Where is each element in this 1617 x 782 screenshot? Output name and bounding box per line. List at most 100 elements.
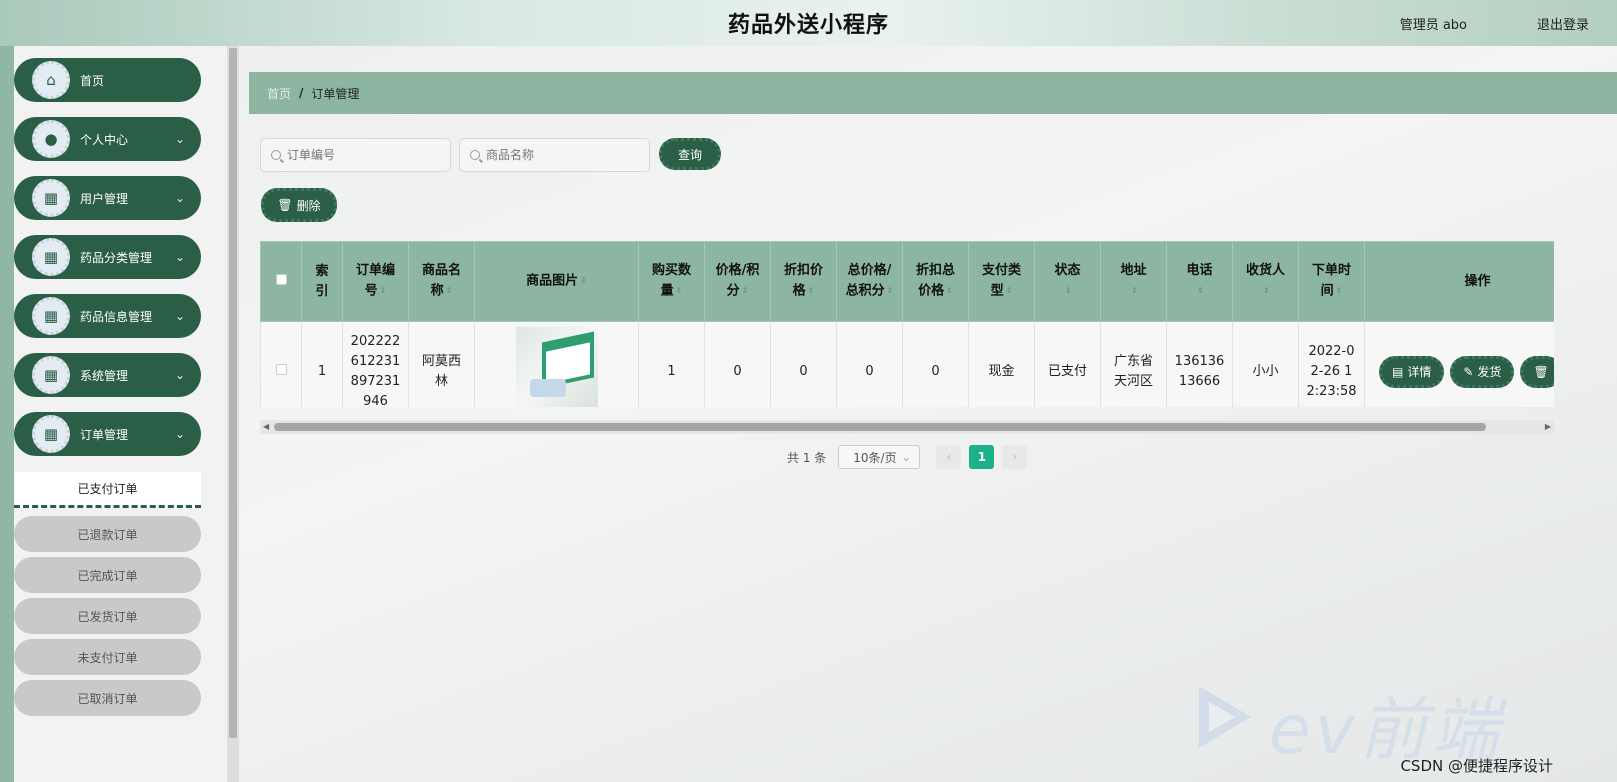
column-header[interactable]: 折扣总 价格 ⇕ (902, 241, 969, 322)
product-name-cell: 阿莫西林 (408, 321, 475, 407)
admin-user-label: 管理员 abo (1399, 18, 1467, 33)
order-no-search-field[interactable] (260, 138, 451, 172)
sort-icon[interactable]: ⇕ (676, 281, 683, 301)
search-icon (470, 150, 480, 160)
sidebar-item-label: 订单管理 (80, 427, 129, 442)
sort-icon[interactable]: ⇕ (1336, 281, 1343, 301)
sidebar-item-category-management[interactable]: ▦ 药品分类管理 ⌄ (14, 235, 201, 279)
table-horizontal-scrollbar[interactable]: ◀ ▶ (260, 420, 1554, 434)
csdn-watermark: CSDN @便捷程序设计 (1400, 757, 1553, 775)
scroll-left-arrow-icon[interactable]: ◀ (263, 420, 269, 434)
sidebar-item-personal-center[interactable]: ● 个人中心 ⌄ (14, 117, 201, 161)
submenu-unpaid-orders[interactable]: 未支付订单 (14, 639, 201, 675)
page-size-select[interactable]: 10条/页 ⌄ (838, 445, 921, 469)
detail-button[interactable]: ▤ 详情 (1379, 355, 1445, 388)
sort-icon[interactable]: ⇕ (1197, 281, 1204, 301)
row-checkbox[interactable] (275, 363, 287, 375)
sidebar-item-label: 系统管理 (80, 368, 129, 383)
column-header[interactable]: 商品名称 ⇕ (408, 241, 475, 322)
row-select-cell (260, 321, 302, 407)
actions-cell: ▤ 详情 ✎ 发货 🗑 (1364, 321, 1554, 407)
sort-icon[interactable]: ⇕ (1131, 281, 1138, 301)
discount-total-cell: 0 (902, 321, 969, 407)
sort-icon[interactable]: ⇕ (446, 281, 453, 301)
breadcrumb-separator: / (299, 86, 304, 100)
submenu-paid-orders[interactable]: 已支付订单 (14, 472, 201, 508)
order-no-cell: 202222 612231 897231 946 (342, 321, 409, 407)
product-image-cell (474, 321, 639, 407)
discount-price-cell: 0 (770, 321, 837, 407)
quantity-cell: 1 (638, 321, 705, 407)
column-header[interactable]: 电话 ⇕ (1166, 241, 1233, 322)
order-no-input[interactable] (287, 148, 437, 162)
sort-icon[interactable]: ⇕ (1263, 281, 1270, 301)
sidebar-item-system-management[interactable]: ▦ 系统管理 ⌄ (14, 353, 201, 397)
chevron-down-icon: ⌄ (901, 450, 912, 464)
delete-button[interactable]: 🗑 删除 (261, 188, 337, 222)
sort-icon[interactable]: ⇕ (742, 281, 749, 301)
logout-link[interactable]: 退出登录 (1537, 14, 1589, 33)
next-page-button[interactable]: › (1002, 445, 1028, 469)
select-all-checkbox[interactable] (275, 273, 287, 285)
scroll-right-arrow-icon[interactable]: ▶ (1545, 420, 1551, 434)
column-header[interactable]: 商品图片 ⇕ (474, 241, 639, 322)
submenu-shipped-orders[interactable]: 已发货订单 (14, 598, 201, 634)
sort-icon[interactable]: ⇕ (580, 271, 587, 291)
sort-icon[interactable]: ⇕ (808, 281, 815, 301)
sort-icon[interactable]: ⇕ (887, 281, 894, 301)
receiver-cell: 小小 (1232, 321, 1299, 407)
grid-icon: ▦ (32, 179, 70, 217)
column-header[interactable]: 价格/积分 ⇕ (704, 241, 771, 322)
sidebar-item-drug-info-management[interactable]: ▦ 药品信息管理 ⌄ (14, 294, 201, 338)
query-button[interactable]: 查询 (659, 138, 721, 170)
trash-icon: 🗑 (277, 198, 293, 212)
column-header[interactable]: 状态 ⇕ (1034, 241, 1101, 322)
sidebar-item-home[interactable]: ⌂ 首页 (14, 58, 201, 102)
chevron-down-icon: ⌄ (174, 250, 185, 264)
edit-icon: ✎ (1463, 364, 1474, 379)
sidebar-item-label: 首页 (80, 73, 105, 88)
product-name-search-field[interactable] (459, 138, 650, 172)
submenu-refunded-orders[interactable]: 已退款订单 (14, 516, 201, 552)
chevron-down-icon: ⌄ (174, 368, 185, 382)
column-header[interactable]: 地址 ⇕ (1100, 241, 1167, 322)
sort-icon[interactable]: ⇕ (946, 281, 953, 301)
column-header[interactable]: 总价格/总积分 ⇕ (836, 241, 903, 322)
price-cell: 0 (704, 321, 771, 407)
sidebar-scrollbar-thumb[interactable] (229, 48, 237, 738)
page-size-value: 10条/页 (853, 450, 897, 465)
ship-button[interactable]: ✎ 发货 (1450, 355, 1515, 388)
column-header[interactable]: 购买数量 ⇕ (638, 241, 705, 322)
sidebar-item-order-management[interactable]: ▦ 订单管理 ⌄ (14, 412, 201, 456)
status-cell: 已支付 (1034, 321, 1101, 407)
column-header[interactable]: 下单时间 ⇕ (1298, 241, 1365, 322)
row-delete-button[interactable]: 🗑 (1520, 355, 1554, 388)
breadcrumb: 首页 / 订单管理 (249, 72, 1617, 114)
grid-icon: ▦ (32, 415, 70, 453)
column-header[interactable]: 支付类型 ⇕ (968, 241, 1035, 322)
chevron-down-icon: ⌄ (174, 191, 185, 205)
column-header[interactable]: 折扣价格 ⇕ (770, 241, 837, 322)
page-1-button[interactable]: 1 (969, 445, 995, 469)
sort-icon[interactable]: ⇕ (1006, 281, 1013, 301)
home-icon: ⌂ (32, 61, 70, 99)
medicine-box-image (515, 327, 598, 407)
table-scrollbar-thumb[interactable] (274, 423, 1486, 431)
column-header[interactable]: 订单编号 ⇕ (342, 241, 409, 322)
sidebar-scrollbar[interactable] (227, 46, 239, 782)
table-header-row: 索引 订单编号 ⇕ 商品名称 ⇕ 商品图片 ⇕ 购买数量 ⇕ 价格/积分 ⇕ 折扣价格 ⇕ … (260, 241, 1554, 322)
trash-icon: 🗑 (1533, 364, 1549, 379)
delete-button-label: 删除 (296, 198, 321, 213)
ev-logo-icon (1199, 686, 1251, 748)
column-header[interactable]: 收货人 ⇕ (1232, 241, 1299, 322)
grid-icon: ▦ (32, 238, 70, 276)
breadcrumb-home[interactable]: 首页 (267, 85, 291, 102)
column-header: 操作 (1364, 241, 1554, 322)
submenu-cancelled-orders[interactable]: 已取消订单 (14, 680, 201, 716)
submenu-completed-orders[interactable]: 已完成订单 (14, 557, 201, 593)
prev-page-button[interactable]: ‹ (936, 445, 962, 469)
sort-icon[interactable]: ⇕ (380, 281, 387, 301)
product-name-input[interactable] (486, 148, 636, 162)
sidebar-item-user-management[interactable]: ▦ 用户管理 ⌄ (14, 176, 201, 220)
sort-icon[interactable]: ⇕ (1065, 281, 1072, 301)
